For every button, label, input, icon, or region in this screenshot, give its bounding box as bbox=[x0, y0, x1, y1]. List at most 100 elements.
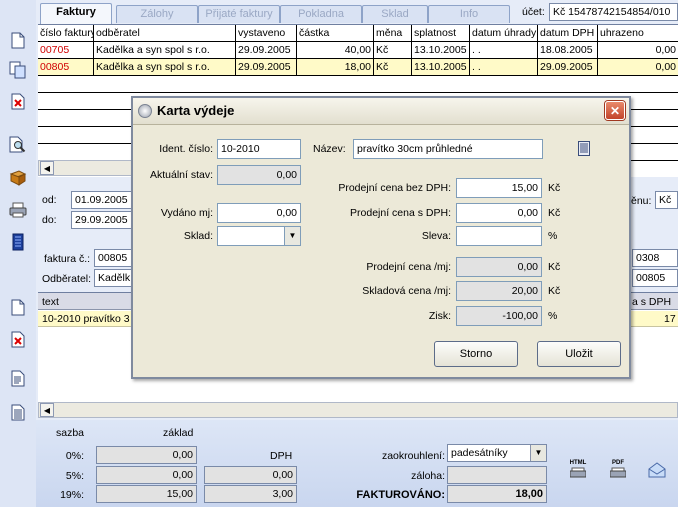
skladova-cena-field: 20,00 bbox=[456, 281, 542, 301]
col-header[interactable]: datum úhrady bbox=[470, 25, 538, 41]
items-col-dph[interactable]: a s DPH bbox=[632, 295, 671, 309]
text-document-icon[interactable] bbox=[8, 368, 28, 388]
delete-item-icon[interactable] bbox=[8, 329, 28, 349]
items-row-text: 10-2010 pravítko 3 bbox=[42, 313, 130, 325]
cell-cislo: 00705 bbox=[38, 42, 94, 58]
aktualni-stav-field: 0,00 bbox=[217, 165, 301, 185]
cell-mena: Kč bbox=[374, 59, 412, 75]
mena-select[interactable]: Kč bbox=[655, 191, 678, 209]
dph-label: DPH bbox=[270, 450, 293, 462]
items-hscrollbar[interactable]: ◀ bbox=[38, 402, 678, 418]
close-icon[interactable]: ✕ bbox=[605, 101, 625, 120]
items-col-text[interactable]: text bbox=[42, 295, 59, 309]
tab-sklad[interactable]: Sklad bbox=[362, 5, 428, 23]
dialog-titlebar[interactable]: Karta výdeje ✕ bbox=[133, 98, 629, 125]
email-icon[interactable] bbox=[648, 462, 668, 480]
new-document-icon[interactable] bbox=[8, 30, 28, 50]
chevron-down-icon[interactable]: ▼ bbox=[530, 445, 546, 461]
prodejni-cena-s-dph-field[interactable]: 0,00 bbox=[456, 203, 542, 223]
col-header[interactable]: datum DPH bbox=[538, 25, 598, 41]
book-icon[interactable] bbox=[8, 168, 28, 188]
account-field[interactable]: Kč 15478742154854/010 bbox=[549, 3, 678, 21]
faktura-field[interactable]: 00805 bbox=[94, 249, 133, 267]
printer-icon[interactable] bbox=[8, 200, 28, 220]
cell-castka: 18,00 bbox=[297, 59, 374, 75]
ulozit-button[interactable]: Uložit bbox=[537, 341, 621, 367]
currency-kc: Kč bbox=[548, 285, 561, 297]
sazba-label: sazba bbox=[56, 427, 85, 439]
table-row-selected[interactable]: 00805 Kadělka a syn spol s r.o. 29.09.20… bbox=[38, 59, 678, 76]
storno-button[interactable]: Storno bbox=[434, 341, 518, 367]
base-5: 0,00 bbox=[96, 466, 197, 484]
currency-kc: Kč bbox=[548, 261, 561, 273]
odberatel-label: Odběratel: bbox=[42, 273, 92, 285]
col-header[interactable]: měna bbox=[374, 25, 412, 41]
document-list-icon[interactable] bbox=[578, 141, 592, 157]
rate-0: 0%: bbox=[65, 450, 84, 462]
table-row-empty[interactable] bbox=[38, 76, 678, 93]
list-document-icon[interactable] bbox=[8, 402, 28, 422]
scroll-left-icon[interactable]: ◀ bbox=[40, 403, 54, 417]
zaklad-label: základ bbox=[163, 427, 194, 439]
sklad-select[interactable]: ▼ bbox=[217, 226, 301, 246]
scroll-left-icon[interactable]: ◀ bbox=[40, 161, 54, 175]
dialog-title: Karta výdeje bbox=[157, 103, 235, 118]
html-export-label: HTML bbox=[569, 460, 587, 466]
html-export-icon[interactable]: HTML bbox=[568, 460, 588, 482]
invoice-field-right2[interactable]: 00805 bbox=[632, 269, 678, 287]
col-header[interactable]: částka bbox=[297, 25, 374, 41]
od-field[interactable]: 01.09.2005 bbox=[71, 191, 133, 209]
table-row[interactable]: 00705 Kadělka a syn spol s r.o. 29.09.20… bbox=[38, 42, 678, 59]
do-field[interactable]: 29.09.2005 bbox=[71, 211, 133, 229]
vat-19: 3,00 bbox=[204, 485, 297, 503]
cell-mena: Kč bbox=[374, 42, 412, 58]
sleva-field[interactable] bbox=[456, 226, 542, 246]
app-icon bbox=[138, 104, 152, 118]
prodejni-cena-bez-dph-label: Prodejní cena bez DPH: bbox=[338, 182, 451, 194]
copy-document-icon[interactable] bbox=[8, 60, 28, 80]
zisk-label: Zisk: bbox=[428, 310, 451, 322]
percent-sign: % bbox=[548, 310, 558, 322]
cell-vystaveno: 29.09.2005 bbox=[236, 59, 297, 75]
nazev-field[interactable]: pravítko 30cm průhledné bbox=[353, 139, 543, 159]
binder-icon[interactable] bbox=[8, 232, 28, 252]
items-row-value: 17 bbox=[664, 313, 676, 325]
col-header[interactable]: uhrazeno bbox=[598, 25, 678, 41]
tab-prijate-faktury[interactable]: Přijaté faktury bbox=[198, 5, 280, 23]
col-header[interactable]: vystaveno bbox=[236, 25, 297, 41]
sklad-label: Sklad: bbox=[183, 230, 213, 242]
account-label: účet: bbox=[522, 6, 545, 18]
col-header[interactable]: splatnost bbox=[412, 25, 470, 41]
tab-info[interactable]: Info bbox=[428, 5, 510, 23]
zaokrouhleni-select[interactable]: padesátníky ▼ bbox=[447, 444, 547, 462]
col-header[interactable]: číslo faktury bbox=[38, 25, 94, 41]
tab-zalohy[interactable]: Zálohy bbox=[116, 5, 198, 23]
search-document-icon[interactable] bbox=[8, 135, 28, 155]
chevron-down-icon[interactable]: ▼ bbox=[284, 227, 300, 245]
table-hscrollbar[interactable]: ◀ bbox=[38, 160, 133, 176]
tab-faktury[interactable]: Faktury bbox=[40, 3, 112, 24]
cell-datum-dph: 18.08.2005 bbox=[538, 42, 598, 58]
cell-splatnost: 13.10.2005 bbox=[412, 42, 470, 58]
cell-odberatel: Kadělka a syn spol s r.o. bbox=[94, 59, 236, 75]
ident-label: Ident. číslo: bbox=[159, 143, 213, 155]
invoice-field-right1[interactable]: 0308 bbox=[632, 249, 678, 267]
tab-pokladna[interactable]: Pokladna bbox=[280, 5, 362, 23]
zaokrouhleni-value: padesátníky bbox=[451, 447, 508, 459]
vydano-field[interactable]: 0,00 bbox=[217, 203, 301, 223]
rate-5: 5%: bbox=[65, 470, 84, 482]
new-item-icon[interactable] bbox=[8, 297, 28, 317]
left-toolbar bbox=[0, 0, 36, 507]
do-label: do: bbox=[42, 214, 57, 226]
prodejni-cena-mj-label: Prodejní cena /mj: bbox=[366, 261, 451, 273]
delete-document-icon[interactable] bbox=[8, 91, 28, 111]
col-header[interactable]: odběratel bbox=[94, 25, 236, 41]
zisk-field: -100,00 bbox=[456, 306, 542, 326]
pdf-export-icon[interactable]: PDF bbox=[608, 460, 628, 482]
ident-field[interactable]: 10-2010 bbox=[217, 139, 301, 159]
table-header-row: číslo faktury odběratel vystaveno částka… bbox=[38, 25, 678, 42]
odberatel-field[interactable]: Kadělk bbox=[94, 269, 133, 287]
currency-kc: Kč bbox=[548, 207, 561, 219]
vydano-label: Vydáno mj: bbox=[160, 207, 213, 219]
prodejni-cena-bez-dph-field[interactable]: 15,00 bbox=[456, 178, 542, 198]
